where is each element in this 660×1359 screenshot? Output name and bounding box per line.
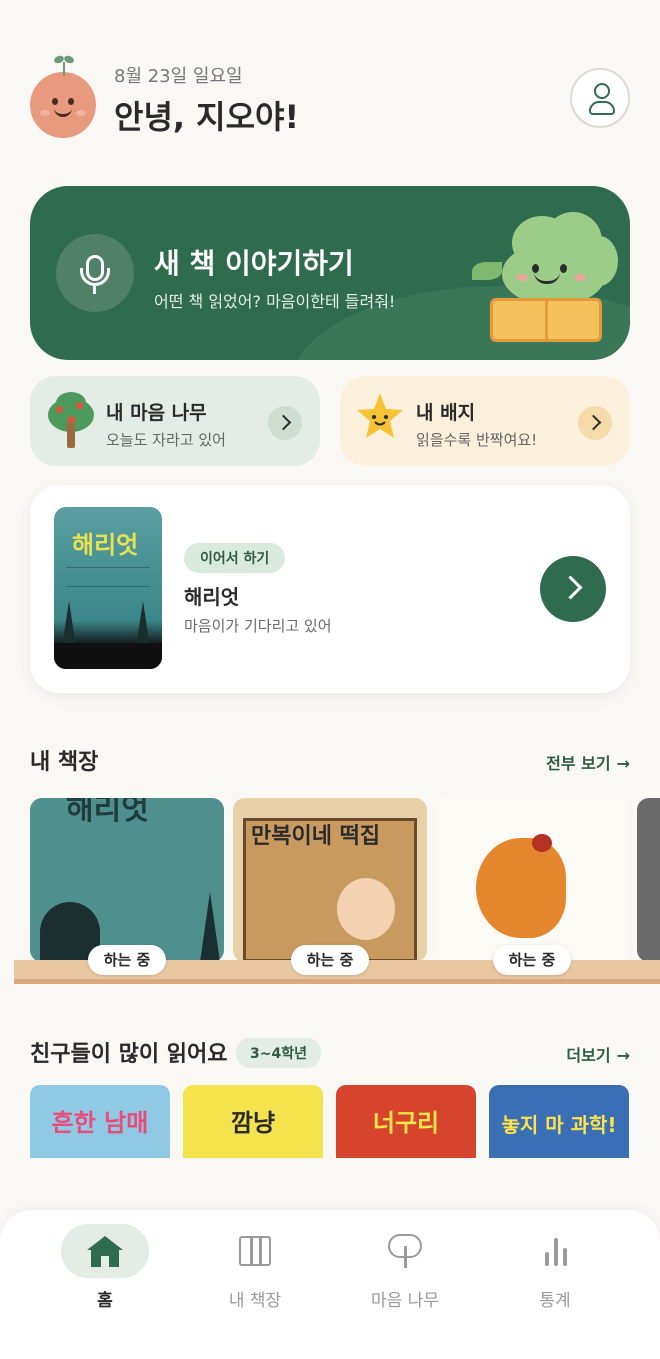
chevron-right-icon bbox=[268, 406, 302, 440]
hero-title: 새 책 이야기하기 bbox=[154, 247, 354, 280]
popular-book[interactable]: 놓지 마 과학! bbox=[489, 1085, 629, 1158]
popular-book-title: 너구리 bbox=[372, 1109, 440, 1137]
books-icon bbox=[239, 1236, 271, 1266]
avatar-icon bbox=[30, 54, 96, 138]
more-link[interactable]: 더보기 → bbox=[566, 1042, 630, 1066]
my-heart-tree-card[interactable]: 내 마음 나무 오늘도 자라고 있어 bbox=[30, 376, 320, 466]
tree-icon bbox=[44, 392, 98, 452]
popular-book-title: 깜냥 bbox=[230, 1109, 276, 1137]
tree-nav-icon bbox=[388, 1234, 422, 1268]
mic-icon bbox=[56, 234, 134, 312]
shelf-book[interactable]: 해리엇 bbox=[30, 798, 224, 962]
popular-book[interactable]: 흔한 남매 bbox=[30, 1085, 170, 1158]
nav-stats-label: 통계 bbox=[539, 1291, 571, 1311]
book-cover: 해리엇 bbox=[54, 507, 162, 669]
home-screen: 8월 23일 일요일 안녕, 지오야! 새 책 이야기하기 어떤 책 읽었어? … bbox=[0, 0, 660, 1359]
nav-stats[interactable]: 통계 bbox=[490, 1224, 620, 1324]
popular-books: 흔한 남매 깜냥 너구리 놓지 마 과학! bbox=[30, 1085, 630, 1158]
star-icon bbox=[354, 390, 406, 442]
my-badge-card[interactable]: 내 배지 읽을수록 반짝여요! bbox=[340, 376, 630, 466]
tree-card-title: 내 마음 나무 bbox=[106, 402, 207, 424]
badge-card-title: 내 배지 bbox=[416, 402, 476, 424]
shelf-book[interactable] bbox=[637, 798, 660, 962]
popular-section-title: 친구들이 많이 읽어요 bbox=[30, 1042, 228, 1067]
continue-reading-card[interactable]: 해리엇 이어서 하기 해리엇 마음이가 기다리고 있어 bbox=[30, 485, 630, 693]
profile-button[interactable] bbox=[570, 68, 630, 128]
nav-heart-tree-label: 마음 나무 bbox=[371, 1291, 439, 1311]
chevron-right-icon bbox=[578, 406, 612, 440]
arrow-right-icon: → bbox=[616, 1046, 630, 1065]
popular-book[interactable]: 너구리 bbox=[336, 1085, 476, 1158]
status-badge: 하는 중 bbox=[291, 945, 369, 975]
status-badge: 하는 중 bbox=[88, 945, 166, 975]
more-label: 더보기 bbox=[566, 1046, 611, 1065]
tree-card-subtitle: 오늘도 자라고 있어 bbox=[106, 431, 226, 449]
shelf-books: 해리엇 만복이네 떡집 bbox=[30, 798, 660, 962]
shelf-book[interactable]: 만복이네 떡집 bbox=[233, 798, 427, 962]
badge-card-subtitle: 읽을수록 반짝여요! bbox=[416, 431, 538, 449]
popular-book-title: 흔한 남매 bbox=[51, 1109, 149, 1137]
new-book-talk-card[interactable]: 새 책 이야기하기 어떤 책 읽었어? 마음이한테 들려줘! bbox=[30, 186, 630, 360]
see-all-link[interactable]: 전부 보기 → bbox=[546, 750, 630, 774]
cover-title: 해리엇 bbox=[72, 531, 139, 559]
arrow-right-icon: → bbox=[616, 754, 630, 773]
shelf-section-title: 내 책장 bbox=[30, 750, 99, 775]
continue-book-title: 해리엇 bbox=[184, 585, 240, 609]
nav-home[interactable]: 홈 bbox=[40, 1224, 170, 1324]
shelf-cover-title: 해리엇 bbox=[66, 798, 149, 827]
see-all-label: 전부 보기 bbox=[546, 754, 611, 773]
grade-chip[interactable]: 3~4학년 bbox=[236, 1038, 321, 1068]
shelf-book[interactable] bbox=[436, 798, 630, 962]
home-icon bbox=[87, 1236, 123, 1267]
nav-home-label: 홈 bbox=[97, 1291, 113, 1311]
shelf-cover-title: 만복이네 떡집 bbox=[251, 824, 381, 849]
nav-my-shelf-label: 내 책장 bbox=[228, 1291, 282, 1311]
stats-icon bbox=[543, 1236, 569, 1266]
popular-book[interactable]: 깜냥 bbox=[183, 1085, 323, 1158]
header: 8월 23일 일요일 안녕, 지오야! bbox=[30, 52, 630, 142]
greeting-title: 안녕, 지오야! bbox=[114, 98, 300, 136]
hero-subtitle: 어떤 책 읽었어? 마음이한테 들려줘! bbox=[154, 292, 396, 311]
continue-chip: 이어서 하기 bbox=[184, 543, 286, 573]
date-label: 8월 23일 일요일 bbox=[114, 66, 243, 87]
status-badge: 하는 중 bbox=[493, 945, 571, 975]
mascot-illustration bbox=[472, 206, 622, 346]
popular-book-title: 놓지 마 과학! bbox=[501, 1113, 617, 1137]
continue-button[interactable] bbox=[540, 556, 606, 622]
nav-heart-tree[interactable]: 마음 나무 bbox=[340, 1224, 470, 1324]
continue-subtitle: 마음이가 기다리고 있어 bbox=[184, 617, 332, 635]
bottom-nav: 홈 내 책장 마음 나무 통계 bbox=[0, 1210, 660, 1359]
nav-my-shelf[interactable]: 내 책장 bbox=[190, 1224, 320, 1324]
